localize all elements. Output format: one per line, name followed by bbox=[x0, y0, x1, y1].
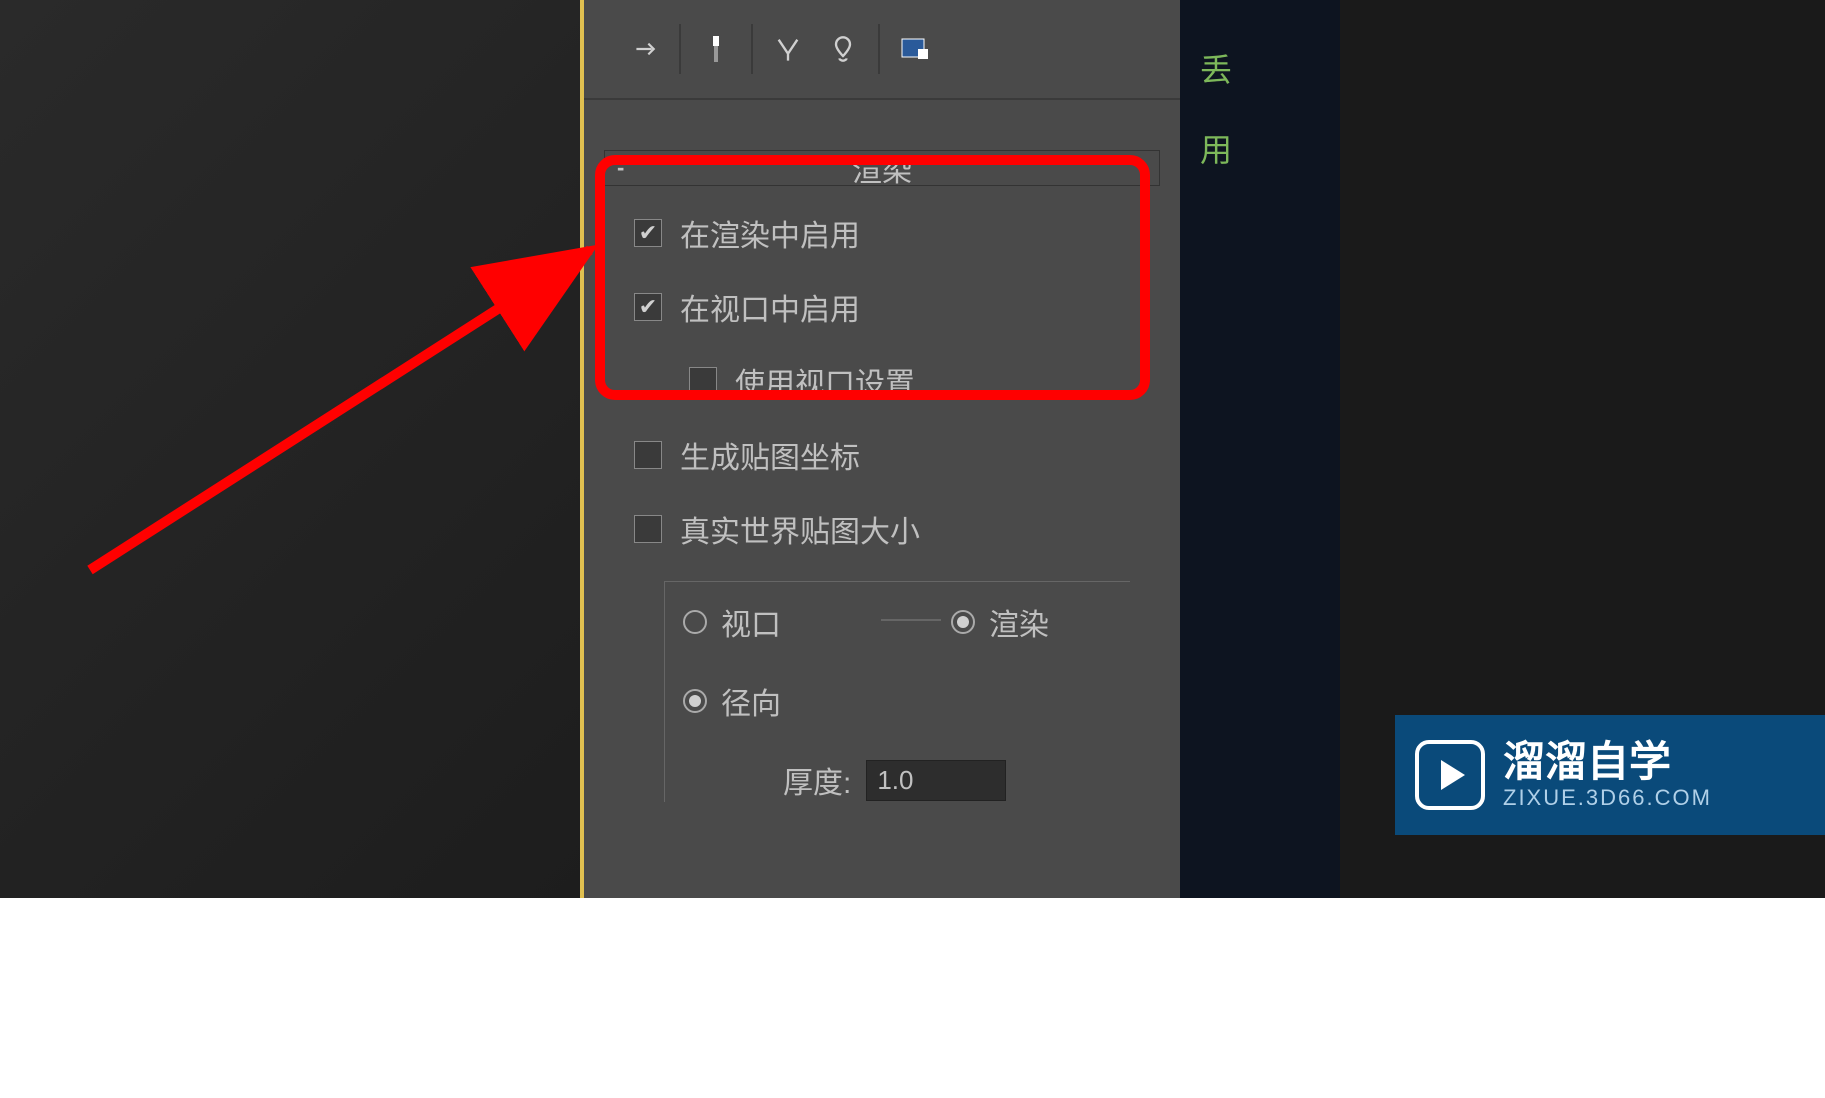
checkbox-label: 在视口中启用 bbox=[680, 285, 860, 329]
radio-render[interactable]: 渲染 bbox=[951, 600, 1049, 644]
thickness-row: 厚度: 1.0 bbox=[783, 758, 1130, 802]
checkbox-label: 生成贴图坐标 bbox=[680, 433, 860, 477]
radio-icon bbox=[951, 610, 975, 634]
radio-link-line bbox=[881, 619, 941, 621]
radio-label: 径向 bbox=[721, 679, 781, 723]
radio-section: 视口 渲染 径向 厚度: 1.0 bbox=[664, 581, 1130, 802]
checkbox-generate-mapping-coords[interactable]: 生成贴图坐标 bbox=[634, 433, 1130, 477]
checkbox-label: 真实世界贴图大小 bbox=[680, 507, 920, 551]
watermark: 溜溜自学 ZIXUE.3D66.COM bbox=[1395, 715, 1825, 835]
checkbox-icon bbox=[689, 367, 717, 395]
toolbar-divider bbox=[679, 24, 681, 74]
thickness-spinner[interactable]: 1.0 bbox=[866, 760, 1006, 801]
panel-toolbar bbox=[584, 0, 1180, 100]
right-strip-text-2: 用 bbox=[1200, 110, 1340, 190]
checkbox-icon bbox=[634, 219, 662, 247]
toolbar-divider bbox=[751, 24, 753, 74]
right-strip: 丢 用 bbox=[1180, 0, 1340, 898]
radio-label: 视口 bbox=[721, 600, 781, 644]
tool-icon-4[interactable] bbox=[895, 29, 935, 69]
watermark-title: 溜溜自学 bbox=[1503, 739, 1712, 785]
bottom-whitespace bbox=[0, 898, 1825, 1098]
rollout-toggle-icon: - bbox=[617, 155, 624, 181]
pin-icon[interactable] bbox=[624, 29, 664, 69]
radio-icon bbox=[683, 610, 707, 634]
viewport-area bbox=[0, 0, 580, 898]
command-panel: - 渲染 在渲染中启用 在视口中启用 使用视口设置 生成贴图坐标 bbox=[580, 0, 1180, 898]
rollout-header[interactable]: - 渲染 bbox=[604, 150, 1160, 186]
radio-icon bbox=[683, 689, 707, 713]
radio-label: 渲染 bbox=[989, 600, 1049, 644]
tool-icon-2[interactable] bbox=[768, 29, 808, 69]
radio-row-top: 视口 渲染 bbox=[683, 600, 1130, 644]
checkbox-real-world-map-size[interactable]: 真实世界贴图大小 bbox=[634, 507, 1130, 551]
watermark-logo-icon bbox=[1415, 740, 1485, 810]
thickness-label: 厚度: bbox=[783, 758, 851, 802]
watermark-text: 溜溜自学 ZIXUE.3D66.COM bbox=[1503, 739, 1712, 811]
checkbox-label: 使用视口设置 bbox=[735, 359, 915, 403]
right-strip-text-1: 丢 bbox=[1200, 30, 1340, 110]
radio-viewport[interactable]: 视口 bbox=[683, 600, 781, 644]
watermark-url: ZIXUE.3D66.COM bbox=[1503, 785, 1712, 811]
tool-icon-1[interactable] bbox=[696, 29, 736, 69]
checkbox-icon bbox=[634, 515, 662, 543]
checkbox-enable-in-viewport[interactable]: 在视口中启用 bbox=[634, 285, 1130, 329]
rollout-body: 在渲染中启用 在视口中启用 使用视口设置 生成贴图坐标 真实世界贴图大小 bbox=[604, 186, 1160, 822]
tool-icon-3[interactable] bbox=[823, 29, 863, 69]
radio-radial[interactable]: 径向 bbox=[683, 679, 1130, 723]
render-rollout: - 渲染 在渲染中启用 在视口中启用 使用视口设置 生成贴图坐标 bbox=[604, 150, 1160, 822]
checkbox-icon bbox=[634, 441, 662, 469]
checkbox-label: 在渲染中启用 bbox=[680, 211, 860, 255]
rollout-title: 渲染 bbox=[852, 146, 912, 190]
toolbar-divider bbox=[878, 24, 880, 74]
checkbox-use-viewport-settings[interactable]: 使用视口设置 bbox=[689, 359, 1130, 403]
checkbox-icon bbox=[634, 293, 662, 321]
checkbox-enable-in-render[interactable]: 在渲染中启用 bbox=[634, 211, 1130, 255]
